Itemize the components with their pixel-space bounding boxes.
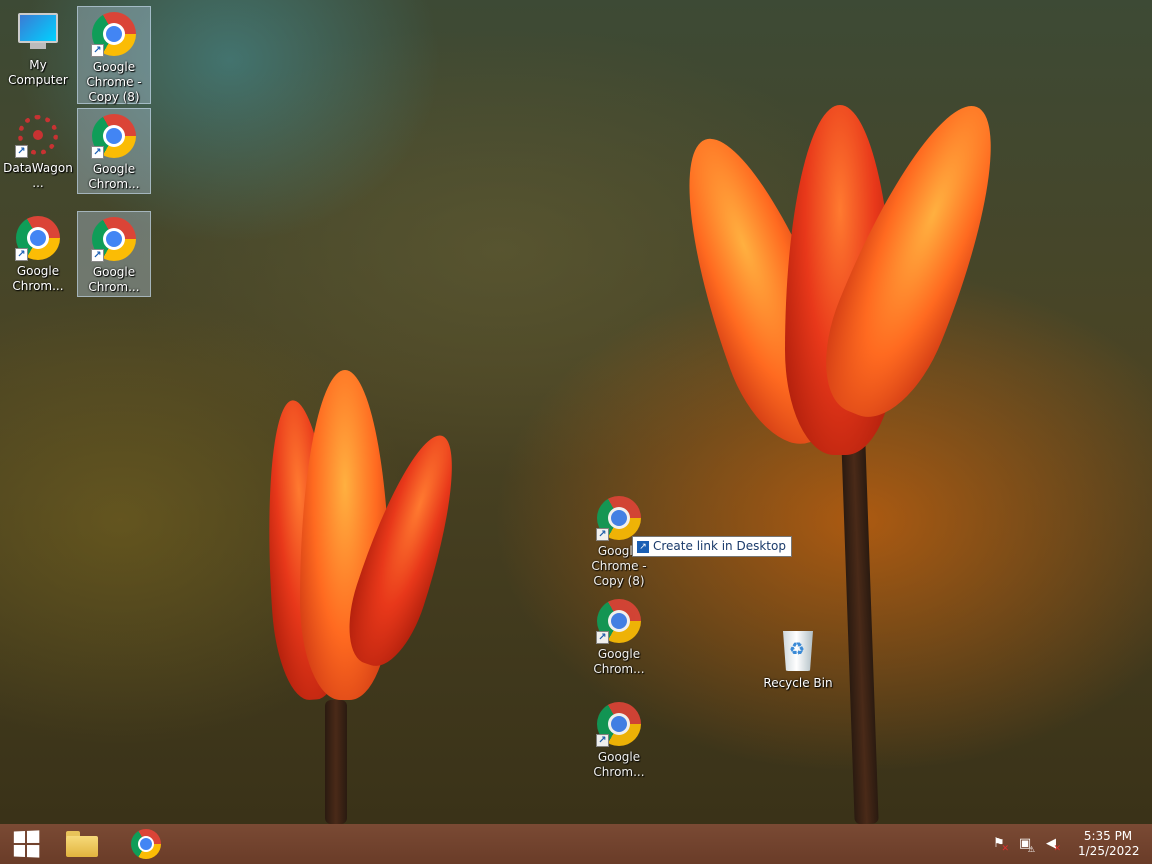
clock[interactable]: 5:35 PM 1/25/2022 bbox=[1078, 829, 1140, 859]
desktop-icon-my-computer[interactable]: My Computer bbox=[1, 4, 75, 90]
icon-label: My Computer bbox=[8, 58, 68, 87]
desktop-icon-datawagon[interactable]: ↗ DataWagon... bbox=[1, 107, 75, 193]
file-explorer-icon bbox=[66, 831, 98, 857]
chrome-icon: ↗ bbox=[596, 701, 642, 747]
chrome-icon bbox=[131, 829, 161, 859]
drag-ghost-google-chrome-2[interactable]: ↗ Google Chrom... bbox=[582, 593, 656, 679]
icon-label: Google Chrom... bbox=[593, 750, 645, 779]
taskbar-chrome-button[interactable] bbox=[120, 824, 172, 864]
chrome-icon: ↗ bbox=[596, 495, 642, 541]
icon-label: Google Chrom... bbox=[12, 264, 64, 293]
desktop-icon-google-chrome-copy-8[interactable]: ↗ Google Chrome - Copy (8) bbox=[77, 6, 151, 104]
icon-label: DataWagon... bbox=[3, 161, 73, 190]
taskbar: ⚑ ✕ ▣ ⚠ ◀ ✕ 5:35 PM 1/25/2022 bbox=[0, 824, 1152, 864]
recycle-bin-icon: ♻ bbox=[775, 627, 821, 673]
volume-muted-icon[interactable]: ◀ ✕ bbox=[1040, 833, 1062, 855]
desktop-icon-recycle-bin[interactable]: ♻ Recycle Bin bbox=[761, 622, 835, 708]
start-button[interactable] bbox=[0, 824, 52, 864]
taskbar-file-explorer-button[interactable] bbox=[56, 824, 108, 864]
drag-tooltip-text: Create link in Desktop bbox=[653, 539, 786, 553]
desktop-icon-google-chrome-3[interactable]: ↗ Google Chrom... bbox=[77, 211, 151, 297]
action-center-flag-icon[interactable]: ⚑ ✕ bbox=[988, 833, 1010, 855]
icon-label: Google Chrom... bbox=[88, 265, 140, 294]
desktop-icon-google-chrome[interactable]: ↗ Google Chrom... bbox=[1, 210, 75, 296]
drag-ghost-google-chrome-3[interactable]: ↗ Google Chrom... bbox=[582, 696, 656, 782]
icon-label: Recycle Bin bbox=[763, 676, 833, 690]
chrome-icon: ↗ bbox=[15, 215, 61, 261]
shortcut-arrow-icon: ↗ bbox=[637, 540, 649, 553]
windows-logo-icon bbox=[13, 830, 40, 858]
chrome-icon: ↗ bbox=[91, 113, 137, 159]
desktop[interactable]: My Computer ↗ DataWagon... ↗ Google Chro… bbox=[0, 0, 1152, 824]
network-icon[interactable]: ▣ ⚠ bbox=[1014, 833, 1036, 855]
desktop-icon-google-chrome-2[interactable]: ↗ Google Chrom... bbox=[77, 108, 151, 194]
icon-label: Google Chrome - Copy (8) bbox=[86, 60, 142, 104]
icon-label: Google Chrom... bbox=[88, 162, 140, 191]
datawagon-logo-icon: ↗ bbox=[15, 112, 61, 158]
computer-icon bbox=[15, 9, 61, 55]
chrome-icon: ↗ bbox=[91, 216, 137, 262]
clock-date: 1/25/2022 bbox=[1078, 844, 1140, 858]
icon-label: Google Chrom... bbox=[593, 647, 645, 676]
drag-tooltip: ↗ Create link in Desktop bbox=[632, 536, 792, 557]
chrome-icon: ↗ bbox=[596, 598, 642, 644]
chrome-icon: ↗ bbox=[91, 11, 137, 57]
system-tray: ⚑ ✕ ▣ ⚠ ◀ ✕ 5:35 PM 1/25/2022 bbox=[986, 824, 1152, 864]
clock-time: 5:35 PM bbox=[1083, 829, 1133, 843]
